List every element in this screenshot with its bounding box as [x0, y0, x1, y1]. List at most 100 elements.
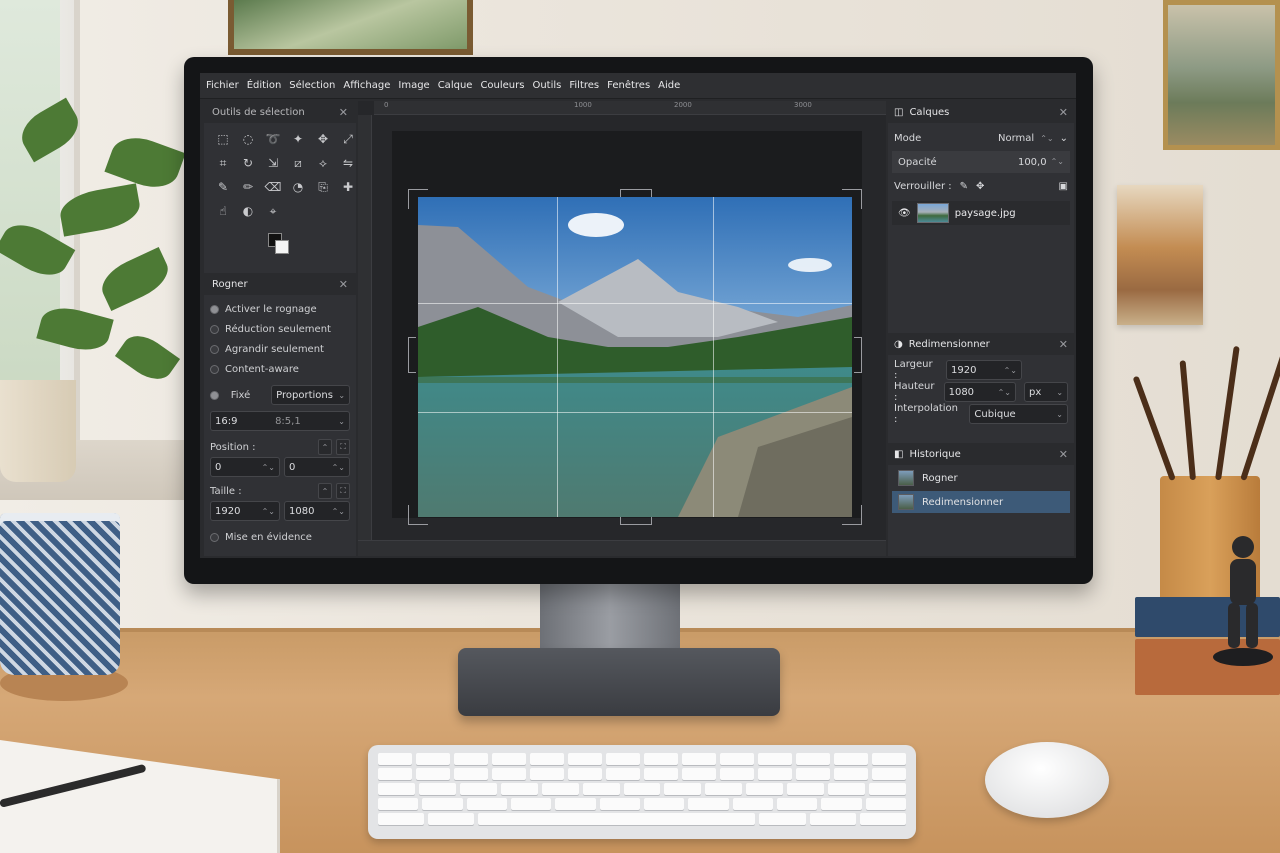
crop-handle-left[interactable]: [408, 337, 416, 373]
option-grow-only[interactable]: Agrandir seulement: [204, 339, 356, 359]
shear-icon[interactable]: ⧄: [287, 153, 309, 173]
close-icon[interactable]: ✕: [1059, 448, 1068, 461]
fixed-mode-select[interactable]: Proportions ⌄: [271, 385, 351, 405]
option-enable-crop[interactable]: Activer le rognage: [204, 299, 356, 319]
close-icon[interactable]: ✕: [1059, 106, 1068, 119]
menu-help[interactable]: Aide: [658, 80, 680, 91]
spinner-icon[interactable]: ⌃⌄: [1051, 157, 1064, 168]
option-shrink-only[interactable]: Réduction seulement: [204, 319, 356, 339]
perspective-icon[interactable]: ⟡: [312, 153, 334, 173]
figurine: [1213, 536, 1273, 666]
background-color[interactable]: [275, 240, 289, 254]
pencil-icon[interactable]: ✏: [237, 177, 259, 197]
lock-position-icon[interactable]: ✥: [976, 181, 984, 192]
ratio-input[interactable]: 16:9 8:5,1 ⌄: [210, 411, 350, 431]
spinner-icon[interactable]: ⌃⌄: [1004, 366, 1017, 375]
resize-width-input[interactable]: 1920 ⌃⌄: [946, 360, 1022, 380]
menu-image[interactable]: Image: [398, 80, 429, 91]
crop-title: Rogner: [212, 278, 248, 290]
crop-handle-bottom-left[interactable]: [408, 505, 428, 525]
checkbox-icon[interactable]: [210, 532, 219, 542]
radio-icon[interactable]: [210, 344, 219, 354]
chevron-down-icon[interactable]: ⌄: [1060, 133, 1068, 144]
clone-icon[interactable]: ⎘: [312, 177, 334, 197]
lock-alpha-icon[interactable]: ▣: [1059, 181, 1068, 192]
flip-icon[interactable]: ⇋: [337, 153, 359, 173]
lock-pixels-icon[interactable]: ✎: [960, 181, 968, 192]
picker-icon[interactable]: ⌖: [262, 201, 284, 221]
ruler-tick: 3000: [794, 101, 812, 109]
option-content-aware[interactable]: Content-aware: [204, 359, 356, 379]
spinner-icon[interactable]: ⌃⌄: [1040, 134, 1053, 143]
position-y-input[interactable]: 0 ⌃⌄: [284, 457, 350, 477]
option-highlight[interactable]: Mise en évidence: [204, 527, 356, 547]
opacity-label: Opacité: [898, 156, 937, 168]
rect-select-icon[interactable]: ⬚: [212, 129, 234, 149]
history-item[interactable]: Rogner: [892, 467, 1070, 489]
color-swatches[interactable]: [268, 227, 356, 261]
unit-stepper-icon[interactable]: ⌃: [318, 439, 332, 455]
mode-label: Mode: [894, 132, 922, 144]
close-icon[interactable]: ✕: [339, 278, 348, 291]
unit-stepper-icon[interactable]: ⌃: [318, 483, 332, 499]
menu-select[interactable]: Sélection: [289, 80, 335, 91]
opacity-value[interactable]: 100,0: [1018, 157, 1047, 168]
lasso-icon[interactable]: ➰: [262, 129, 284, 149]
crop-handle-right[interactable]: [854, 337, 862, 373]
fuzzy-select-icon[interactable]: ✦: [287, 129, 309, 149]
menu-file[interactable]: Fichier: [206, 80, 239, 91]
menu-colors[interactable]: Couleurs: [480, 80, 524, 91]
menu-view[interactable]: Affichage: [343, 80, 390, 91]
close-icon[interactable]: ✕: [1059, 338, 1068, 351]
crop-width-input[interactable]: 1920 ⌃⌄: [210, 501, 280, 521]
rotate-icon[interactable]: ↻: [237, 153, 259, 173]
history-item-selected[interactable]: Redimensionner: [892, 491, 1070, 513]
menu-windows[interactable]: Fenêtres: [607, 80, 650, 91]
docks-panel: ◫ Calques ✕ Mode Normal ⌃⌄ ⌄ Opacité 100,0 ⌃…: [888, 101, 1074, 556]
layer-item[interactable]: 👁 paysage.jpg: [892, 201, 1070, 225]
position-x-input[interactable]: 0 ⌃⌄: [210, 457, 280, 477]
crop-grid[interactable]: [418, 197, 852, 517]
ellipse-select-icon[interactable]: ◌: [237, 129, 259, 149]
crop-handle-top-right[interactable]: [842, 189, 862, 209]
menu-tools[interactable]: Outils: [532, 80, 561, 91]
crop-handle-top-left[interactable]: [408, 189, 428, 209]
fixed-toggle-icon[interactable]: [210, 390, 219, 400]
resize-height-input[interactable]: 1080 ⌃⌄: [943, 382, 1016, 402]
grid-line: [713, 197, 714, 517]
spinner-icon[interactable]: ⌃⌄: [332, 507, 345, 516]
eye-icon[interactable]: 👁: [898, 208, 911, 219]
move-icon[interactable]: ✥: [312, 129, 334, 149]
crop-handle-bottom[interactable]: [620, 517, 652, 525]
eraser-icon[interactable]: ⌫: [262, 177, 284, 197]
menu-layer[interactable]: Calque: [438, 80, 473, 91]
radio-icon[interactable]: [210, 304, 219, 314]
align-icon[interactable]: ⤢: [337, 129, 359, 149]
spinner-icon[interactable]: ⌃⌄: [262, 507, 275, 516]
crop-icon[interactable]: ⌗: [212, 153, 234, 173]
crop-handle-bottom-right[interactable]: [842, 505, 862, 525]
spinner-icon[interactable]: ⌃⌄: [332, 463, 345, 472]
scale-icon[interactable]: ⇲: [262, 153, 284, 173]
interp-select[interactable]: Cubique ⌄: [969, 404, 1068, 424]
mode-row: Mode Normal ⌃⌄ ⌄: [888, 127, 1074, 149]
spinner-icon[interactable]: ⌃⌄: [998, 388, 1011, 397]
spinner-icon[interactable]: ⌃⌄: [262, 463, 275, 472]
mode-select[interactable]: Normal: [998, 133, 1034, 144]
fit-icon[interactable]: ⛶: [336, 439, 350, 455]
dodge-icon[interactable]: ◐: [237, 201, 259, 221]
brush-icon[interactable]: ✎: [212, 177, 234, 197]
unit-select[interactable]: px ⌄: [1023, 382, 1069, 402]
menu-edit[interactable]: Édition: [247, 80, 282, 91]
radio-icon[interactable]: [210, 364, 219, 374]
menu-filters[interactable]: Filtres: [569, 80, 599, 91]
smudge-icon[interactable]: ☝: [212, 201, 234, 221]
crop-height-input[interactable]: 1080 ⌃⌄: [284, 501, 350, 521]
radio-icon[interactable]: [210, 324, 219, 334]
close-icon[interactable]: ✕: [339, 106, 348, 119]
crop-handle-top[interactable]: [620, 189, 652, 197]
bucket-icon[interactable]: ◔: [287, 177, 309, 197]
fit-icon[interactable]: ⛶: [336, 483, 350, 499]
heal-icon[interactable]: ✚: [337, 177, 359, 197]
opacity-row[interactable]: Opacité 100,0 ⌃⌄: [892, 151, 1070, 173]
